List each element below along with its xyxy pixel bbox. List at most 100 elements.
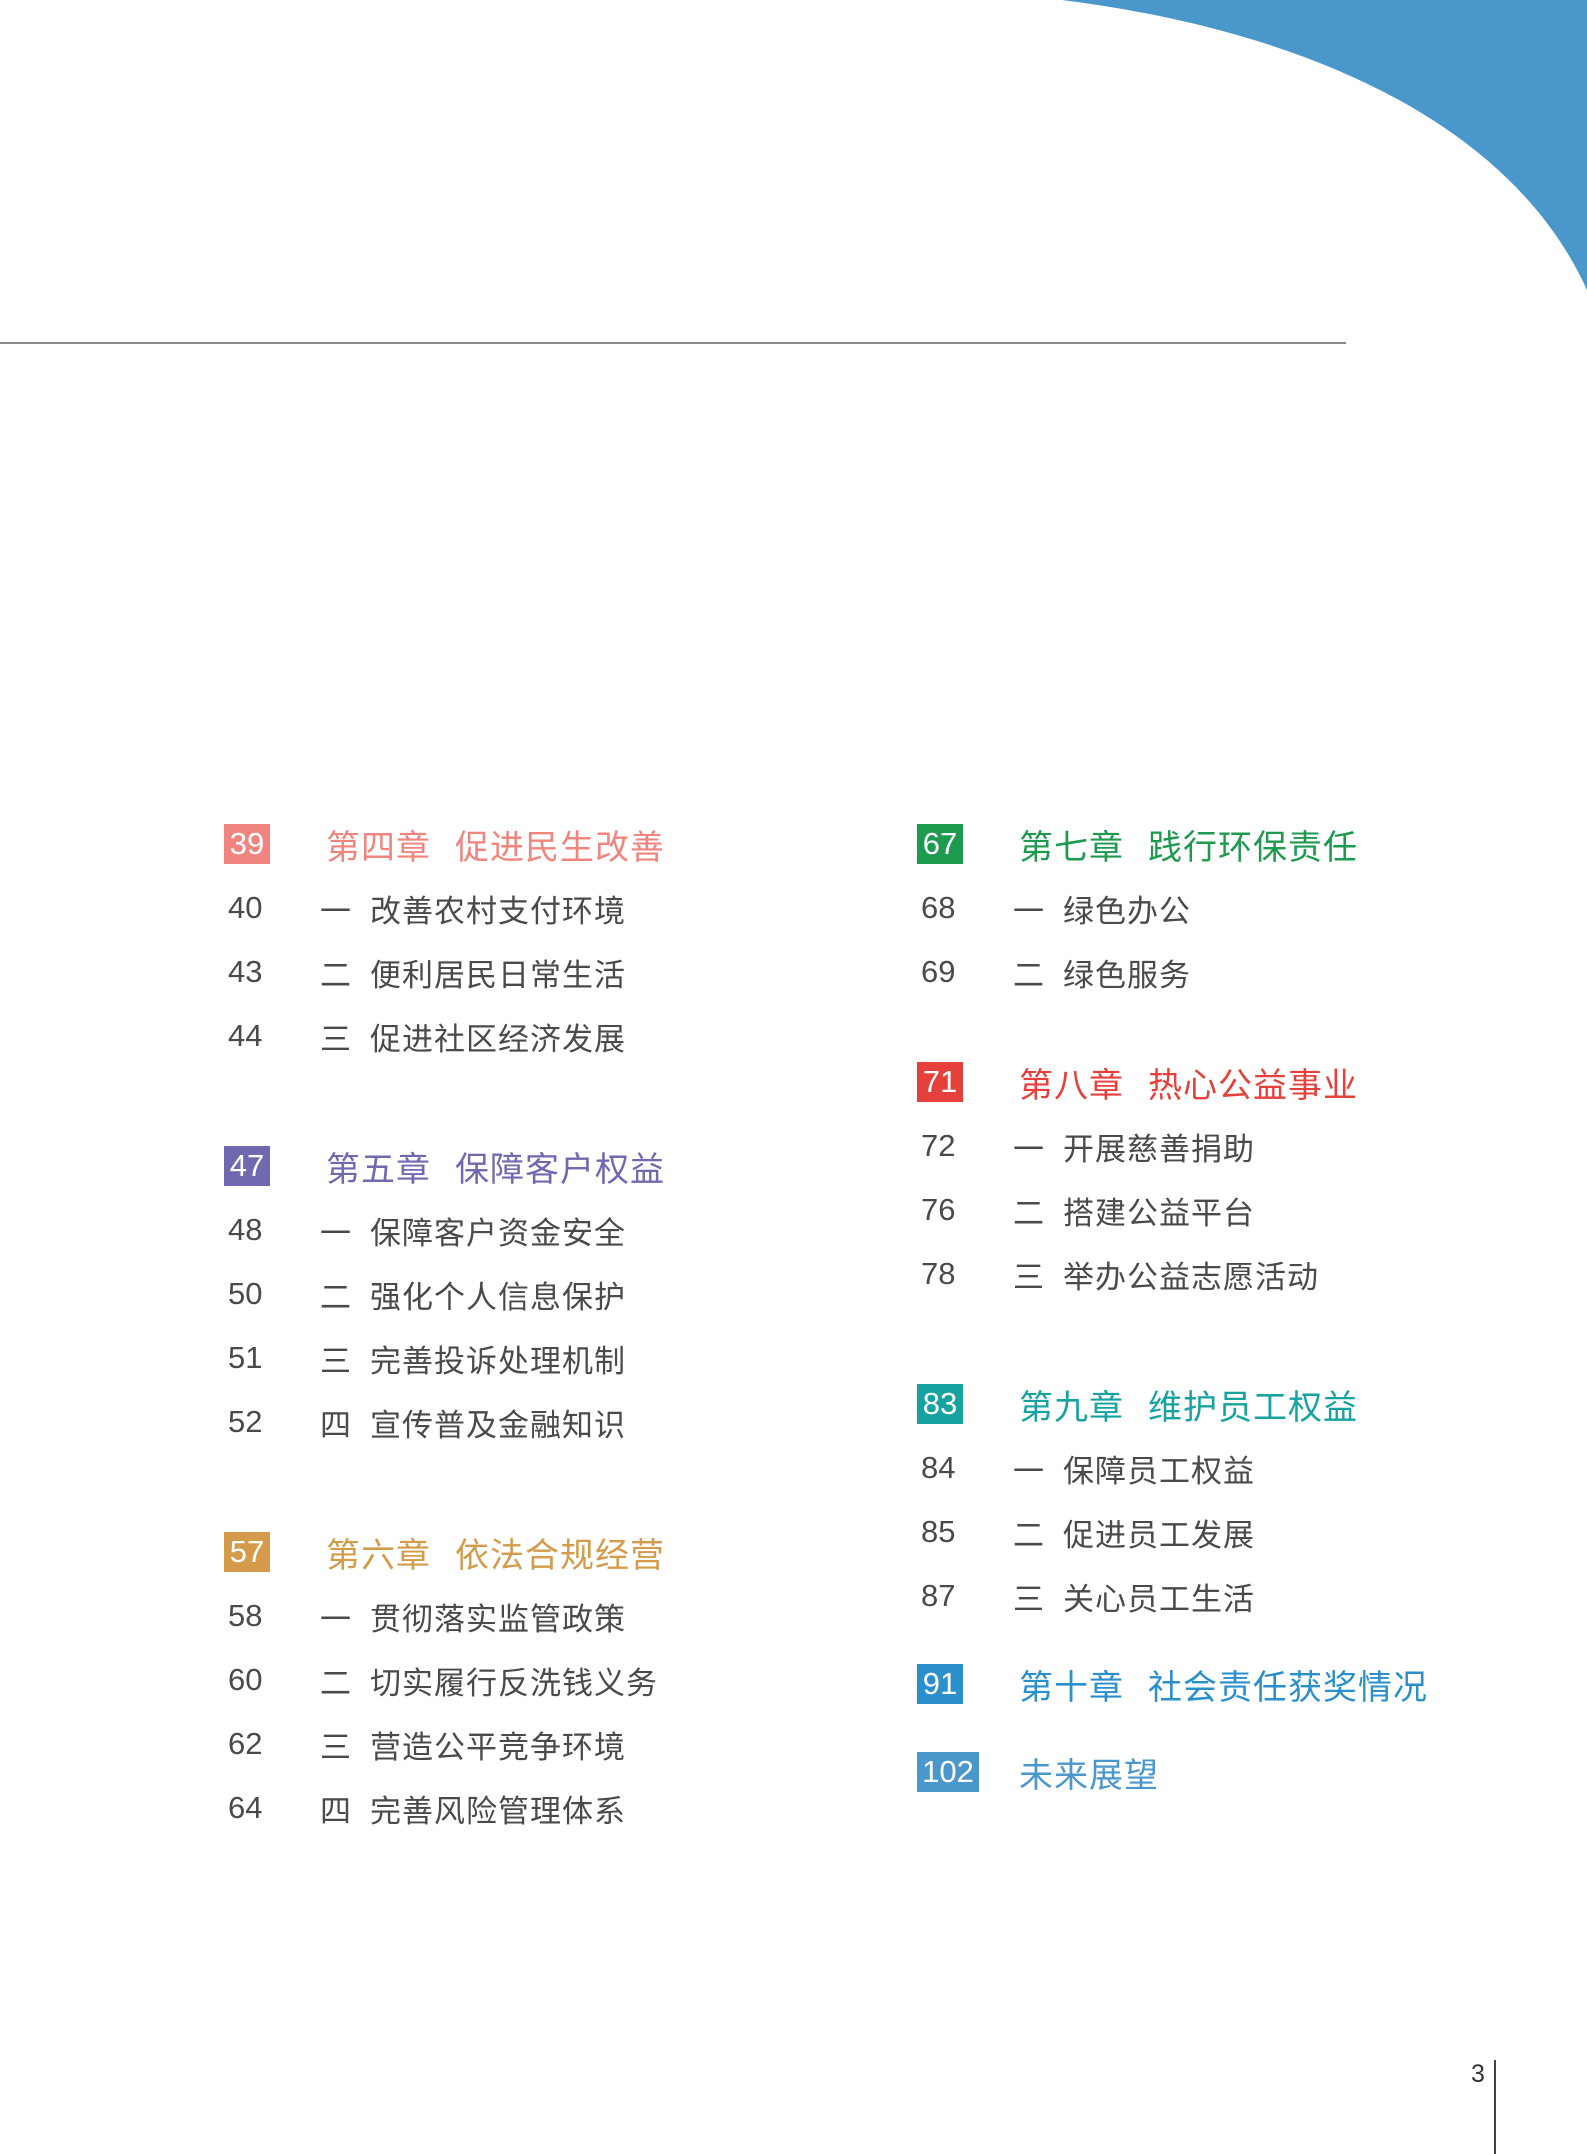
chapter-7-number: 第七章: [1019, 827, 1124, 868]
toc-item[interactable]: 58 一贯彻落实监管政策: [224, 1590, 665, 1642]
item-title: 便利居民日常生活: [370, 957, 626, 994]
toc-item[interactable]: 40 一改善农村支付环境: [224, 882, 665, 934]
toc-item[interactable]: 43 二便利居民日常生活: [224, 946, 665, 998]
item-title: 绿色服务: [1063, 957, 1191, 994]
item-page: 60: [228, 1662, 263, 1697]
item-page: 62: [228, 1726, 263, 1761]
page-number: 3: [1471, 2060, 1485, 2088]
item-page: 72: [921, 1128, 956, 1163]
chapter-4-number: 第四章: [326, 827, 431, 868]
toc-item[interactable]: 48 一保障客户资金安全: [224, 1204, 665, 1256]
toc-item[interactable]: 69 二绿色服务: [917, 946, 1428, 998]
item-title: 完善投诉处理机制: [370, 1343, 626, 1380]
chapter-6-number: 第六章: [326, 1535, 431, 1576]
item-ordinal: 一: [1013, 1453, 1044, 1490]
chapter-4-title: 促进民生改善: [455, 827, 665, 868]
item-ordinal: 一: [1013, 893, 1044, 930]
item-ordinal: 三: [320, 1021, 351, 1058]
item-page: 68: [921, 890, 956, 925]
item-title: 关心员工生活: [1063, 1581, 1255, 1618]
item-ordinal: 二: [1013, 1517, 1044, 1554]
chapter-7[interactable]: 67 第七章 践行环保责任: [917, 818, 1428, 870]
toc-item[interactable]: 62 三营造公平竞争环境: [224, 1718, 665, 1770]
item-ordinal: 四: [320, 1793, 351, 1830]
future-title: 未来展望: [1019, 1755, 1159, 1796]
page-number-rule: [1494, 2060, 1496, 2154]
toc-item[interactable]: 64 四完善风险管理体系: [224, 1782, 665, 1834]
chapter-5-number: 第五章: [326, 1149, 431, 1190]
chapter-8-title: 热心公益事业: [1148, 1065, 1358, 1106]
toc-left-column: 39 第四章 促进民生改善 40 一改善农村支付环境 43 二便利居民日常生活 44…: [224, 818, 665, 1846]
toc-item[interactable]: 51 三完善投诉处理机制: [224, 1332, 665, 1384]
chapter-6-page-badge: 57: [224, 1532, 270, 1572]
chapter-6[interactable]: 57 第六章 依法合规经营: [224, 1526, 665, 1578]
chapter-8[interactable]: 71 第八章 热心公益事业: [917, 1056, 1428, 1108]
chapter-4[interactable]: 39 第四章 促进民生改善: [224, 818, 665, 870]
item-ordinal: 一: [1013, 1131, 1044, 1168]
chapter-8-page-badge: 71: [917, 1062, 963, 1102]
toc-item[interactable]: 72 一开展慈善捐助: [917, 1120, 1428, 1172]
toc-item[interactable]: 87 三 关心员工生活: [917, 1570, 1428, 1622]
future-outlook[interactable]: 102 未来展望: [917, 1746, 1428, 1798]
item-ordinal: 一: [320, 1601, 351, 1638]
toc-item[interactable]: 50 二强化个人信息保护: [224, 1268, 665, 1320]
chapter-10-title: 社会责任获奖情况: [1148, 1667, 1428, 1708]
chapter-4-page-badge: 39: [224, 824, 270, 864]
item-ordinal: 三: [320, 1343, 351, 1380]
chapter-7-title: 践行环保责任: [1148, 827, 1358, 868]
chapter-10-page-badge: 91: [917, 1664, 963, 1704]
toc-item[interactable]: 68 一绿色办公: [917, 882, 1428, 934]
chapter-10[interactable]: 91 第十章 社会责任获奖情况: [917, 1658, 1428, 1710]
item-title: 绿色办公: [1063, 893, 1191, 930]
toc-item[interactable]: 44 三促进社区经济发展: [224, 1010, 665, 1062]
toc-right-column: 67 第七章 践行环保责任 68 一绿色办公 69 二绿色服务 71 第八章 热心公…: [917, 818, 1428, 1810]
item-ordinal: 二: [1013, 957, 1044, 994]
item-title: 宣传普及金融知识: [370, 1407, 626, 1444]
chapter-9-number: 第九章: [1019, 1387, 1124, 1428]
item-ordinal: 二: [320, 1279, 351, 1316]
item-ordinal: 一: [320, 1215, 351, 1252]
item-page: 69: [921, 954, 956, 989]
future-page-badge: 102: [917, 1752, 979, 1792]
item-page: 78: [921, 1256, 956, 1291]
item-ordinal: 三: [1013, 1581, 1044, 1618]
chapter-10-number: 第十章: [1019, 1667, 1124, 1708]
item-ordinal: 二: [1013, 1195, 1044, 1232]
item-page: 52: [228, 1404, 263, 1439]
item-title: 切实履行反洗钱义务: [370, 1665, 658, 1702]
toc-item[interactable]: 78 三举办公益志愿活动: [917, 1248, 1428, 1300]
chapter-9[interactable]: 83 第九章 维护员工权益: [917, 1378, 1428, 1430]
item-page: 85: [921, 1514, 956, 1549]
item-ordinal: 四: [320, 1407, 351, 1444]
item-title: 举办公益志愿活动: [1063, 1259, 1319, 1296]
item-page: 51: [228, 1340, 263, 1375]
item-ordinal: 一: [320, 893, 351, 930]
chapter-5-title: 保障客户权益: [455, 1149, 665, 1190]
item-title: 强化个人信息保护: [370, 1279, 626, 1316]
corner-decoration: [1062, 0, 1587, 290]
item-ordinal: 三: [320, 1729, 351, 1766]
item-page: 58: [228, 1598, 263, 1633]
toc-item[interactable]: 84 一保障员工权益: [917, 1442, 1428, 1494]
item-ordinal: 三: [1013, 1259, 1044, 1296]
item-title: 开展慈善捐助: [1063, 1131, 1255, 1168]
item-page: 64: [228, 1790, 263, 1825]
toc-item[interactable]: 85 二促进员工发展: [917, 1506, 1428, 1558]
item-ordinal: 二: [320, 1665, 351, 1702]
toc-item[interactable]: 76 二搭建公益平台: [917, 1184, 1428, 1236]
toc-item[interactable]: 60 二切实履行反洗钱义务: [224, 1654, 665, 1706]
chapter-6-title: 依法合规经营: [455, 1535, 665, 1576]
chapter-8-number: 第八章: [1019, 1065, 1124, 1106]
item-page: 43: [228, 954, 263, 989]
item-title: 促进员工发展: [1063, 1517, 1255, 1554]
item-ordinal: 二: [320, 957, 351, 994]
item-title: 营造公平竞争环境: [370, 1729, 626, 1766]
chapter-5[interactable]: 47 第五章 保障客户权益: [224, 1140, 665, 1192]
item-page: 84: [921, 1450, 956, 1485]
item-page: 44: [228, 1018, 263, 1053]
item-title: 完善风险管理体系: [370, 1793, 626, 1830]
toc-item[interactable]: 52 四宣传普及金融知识: [224, 1396, 665, 1448]
item-title: 改善农村支付环境: [370, 893, 626, 930]
item-title: 贯彻落实监管政策: [370, 1601, 626, 1638]
item-title: 促进社区经济发展: [370, 1021, 626, 1058]
